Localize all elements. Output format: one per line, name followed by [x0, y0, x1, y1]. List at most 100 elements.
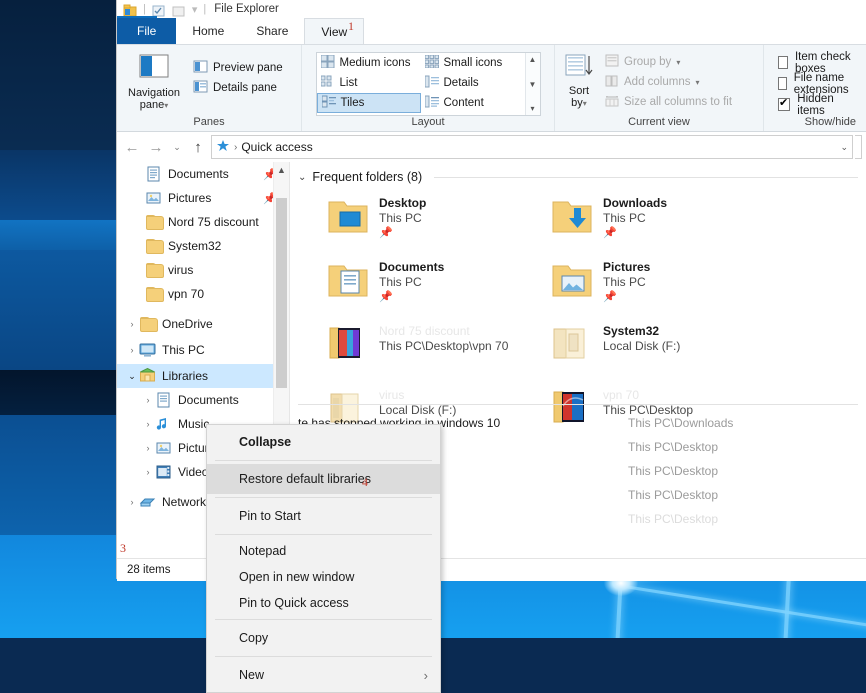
breadcrumb-quick-access[interactable]: Quick access	[241, 140, 312, 154]
menu-item-restore-default-libraries[interactable]: Restore default libraries 4	[207, 464, 440, 494]
chevron-right-icon[interactable]: ›	[141, 443, 155, 453]
hidden-items-checkbox[interactable]: Hidden items	[778, 93, 860, 117]
add-columns-button[interactable]: Add columns ▾	[601, 73, 736, 91]
tree-item-virus[interactable]: virus	[117, 258, 289, 282]
recent-locations-button[interactable]: ⌄	[169, 136, 185, 158]
recent-path: This PC\Downloads	[628, 416, 734, 430]
menu-item-new[interactable]: New ›	[207, 660, 440, 690]
chevron-down-icon[interactable]: ⌄	[298, 172, 306, 183]
tree-item-library-documents[interactable]: › Documents	[117, 388, 289, 412]
preview-pane-icon	[193, 60, 208, 76]
details-pane-button[interactable]: Details pane	[189, 79, 287, 97]
tree-item-documents-qa[interactable]: Documents 📌	[117, 162, 289, 186]
layout-medium-icons[interactable]: Medium icons	[317, 53, 421, 73]
tab-share[interactable]: Share	[240, 18, 304, 44]
chevron-right-icon[interactable]: ›	[141, 419, 155, 429]
scrollbar-thumb[interactable]	[276, 198, 287, 388]
chevron-right-icon[interactable]: ›	[141, 395, 155, 405]
back-button[interactable]: ←	[121, 136, 143, 158]
tile-nord-75-discount[interactable]: Nord 75 discount This PC\Desktop\vpn 70	[326, 322, 550, 382]
tile-pictures[interactable]: Pictures This PC 📌	[550, 258, 774, 318]
layout-list[interactable]: List	[317, 73, 421, 93]
tile-name: vpn 70	[603, 388, 640, 402]
group-label-current-view: Current view	[628, 116, 690, 128]
address-bar[interactable]: › Quick access ⌄	[211, 135, 853, 159]
chevron-down-icon[interactable]: ⌄	[840, 142, 848, 153]
group-by-label: Group by	[624, 56, 672, 68]
tile-system32[interactable]: System32 Local Disk (F:)	[550, 322, 774, 382]
recent-path: This PC\Desktop	[628, 488, 719, 502]
frequent-folders-header[interactable]: ⌄ Frequent folders (8)	[290, 162, 866, 184]
layout-tiles[interactable]: Tiles	[316, 93, 421, 113]
menu-item-label: Restore default libraries	[239, 472, 372, 486]
scroll-down-icon[interactable]: ▼	[529, 80, 537, 89]
chevron-right-icon[interactable]: ›	[141, 467, 155, 477]
new-folder-icon[interactable]	[172, 4, 186, 17]
menu-separator	[215, 656, 432, 657]
navigation-pane-button[interactable]: Navigation pane▾	[123, 51, 185, 112]
sort-by-button[interactable]: Sort by▾	[561, 51, 597, 110]
menu-separator	[215, 619, 432, 620]
search-input[interactable]	[855, 135, 862, 159]
pin-icon: 📌	[603, 291, 617, 303]
layout-small-icons[interactable]: Small icons	[421, 53, 525, 73]
chevron-down-icon[interactable]: ▾	[164, 101, 168, 110]
tile-documents[interactable]: Documents This PC 📌	[326, 258, 550, 318]
gallery-scrollbar[interactable]: ▲ ▼ ▾	[524, 53, 540, 115]
gallery-expand-icon[interactable]: ▾	[530, 104, 534, 113]
chevron-right-icon[interactable]: ›	[125, 319, 139, 329]
layout-details[interactable]: Details	[421, 73, 525, 93]
onedrive-folder-icon	[139, 316, 159, 333]
scroll-up-icon[interactable]: ▲	[529, 55, 537, 64]
tree-item-this-pc[interactable]: › This PC	[117, 338, 289, 362]
address-bar-row: ← → ⌄ ↑ › Quick access ⌄	[117, 132, 866, 162]
tiles-icon	[321, 95, 336, 111]
properties-icon[interactable]	[152, 4, 166, 17]
chevron-down-icon[interactable]: ▾	[583, 99, 587, 108]
menu-item-pin-to-quick-access[interactable]: Pin to Quick access	[207, 590, 440, 616]
folder-image-icon	[326, 322, 370, 364]
tree-item-pictures-qa[interactable]: Pictures 📌	[117, 186, 289, 210]
details-pane-label: Details pane	[213, 82, 277, 94]
tile-downloads[interactable]: Downloads This PC 📌	[550, 194, 774, 254]
tree-item-libraries[interactable]: ⌄ Libraries	[117, 364, 289, 388]
size-all-columns-button[interactable]: Size all columns to fit	[601, 93, 736, 111]
menu-separator	[215, 534, 432, 535]
tile-desktop[interactable]: Desktop This PC 📌	[326, 194, 550, 254]
chevron-down-icon[interactable]: ⌄	[125, 371, 139, 382]
add-columns-icon	[605, 74, 619, 90]
tab-view[interactable]: View	[304, 18, 365, 45]
tile-sub: This PC	[379, 211, 422, 225]
menu-item-notepad[interactable]: Notepad	[207, 538, 440, 564]
preview-pane-button[interactable]: Preview pane	[189, 59, 287, 77]
tree-item-nord-75-discount[interactable]: Nord 75 discount	[117, 210, 289, 234]
title-bar: | ▾ | File Explorer	[117, 0, 866, 18]
menu-item-copy[interactable]: Copy	[207, 623, 440, 653]
scroll-up-icon[interactable]: ▲	[274, 162, 289, 178]
item-check-boxes-checkbox[interactable]: Item check boxes	[778, 51, 860, 75]
group-by-button[interactable]: Group by ▾	[601, 53, 736, 71]
file-name-extensions-checkbox[interactable]: File name extensions	[778, 72, 860, 96]
chevron-right-icon[interactable]: ›	[125, 345, 139, 355]
tab-home[interactable]: Home	[176, 18, 240, 44]
tree-item-onedrive[interactable]: › OneDrive	[117, 312, 289, 336]
chevron-down-icon[interactable]: ▾	[676, 58, 680, 67]
pin-icon: 📌	[603, 227, 617, 239]
chevron-right-icon[interactable]: ›	[125, 497, 139, 507]
ribbon-group-show-hide: Item check boxes File name extensions Hi…	[764, 45, 866, 131]
checkbox-box	[778, 77, 787, 90]
ribbon-tab-strip: File Home Share View 1	[117, 18, 866, 45]
tree-item-vpn-70[interactable]: vpn 70	[117, 282, 289, 306]
menu-item-pin-to-start[interactable]: Pin to Start	[207, 501, 440, 531]
layout-content[interactable]: Content	[421, 93, 525, 113]
tree-item-system32[interactable]: System32	[117, 234, 289, 258]
forward-button[interactable]: →	[145, 136, 167, 158]
menu-item-open-in-new-window[interactable]: Open in new window	[207, 564, 440, 590]
folder-icon	[145, 262, 165, 279]
menu-item-collapse[interactable]: Collapse	[207, 427, 440, 457]
tab-file[interactable]: File	[117, 18, 177, 44]
up-button[interactable]: ↑	[187, 136, 209, 158]
chevron-down-icon[interactable]: ▾	[695, 78, 699, 87]
customize-caret-icon[interactable]: ▾	[192, 3, 198, 16]
explorer-icon[interactable]	[123, 4, 137, 17]
